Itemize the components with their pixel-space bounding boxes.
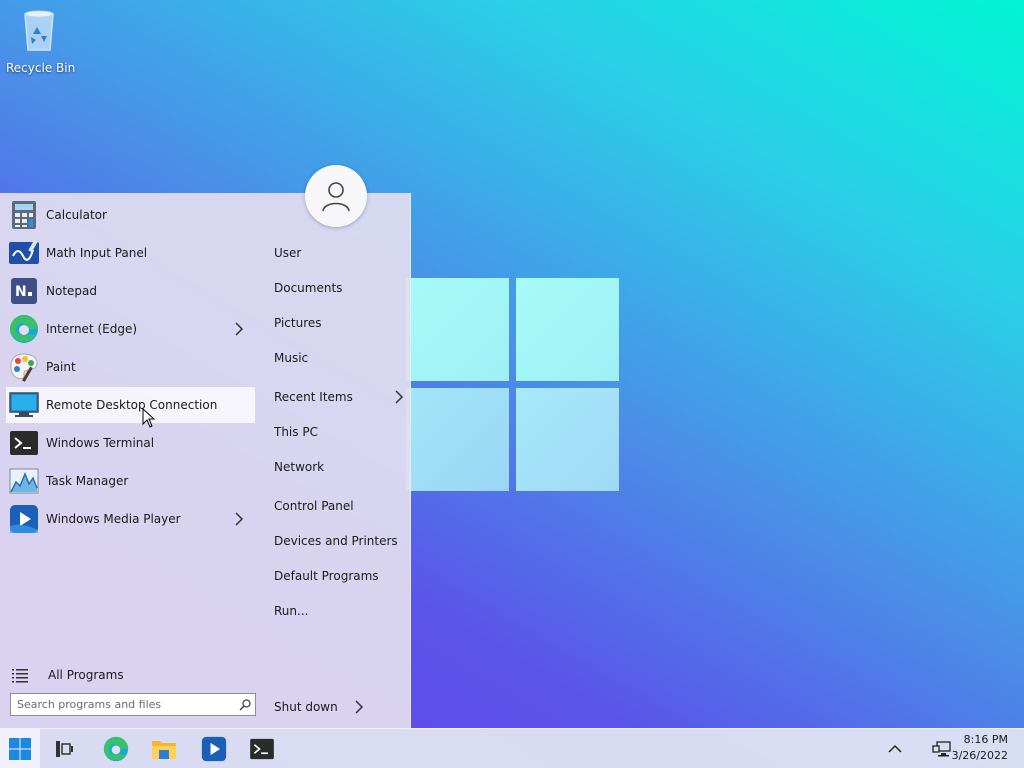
chevron-right-icon: [235, 322, 244, 336]
taskbar-media-player-button[interactable]: [194, 729, 234, 768]
logo-pane: [406, 388, 509, 491]
desktop-icon-recycle-bin[interactable]: Recycle Bin: [6, 8, 76, 75]
place-item-label: Devices and Printers: [274, 534, 398, 548]
clock[interactable]: 8:16 PM 3/26/2022: [952, 732, 1008, 764]
all-programs-label: All Programs: [48, 668, 124, 682]
logo-pane: [516, 388, 619, 491]
start-menu: Calculator Math Input Panel N Notepad In…: [0, 165, 411, 728]
place-item-label: Run...: [274, 604, 309, 618]
remote-desktop-icon: [8, 389, 40, 421]
place-item-control-panel[interactable]: Control Panel: [274, 494, 404, 518]
math-input-icon: [8, 237, 40, 269]
desktop-windows-logo: [406, 278, 619, 491]
desktop-icon-label: Recycle Bin: [6, 61, 76, 75]
shutdown-label: Shut down: [274, 700, 338, 714]
edge-icon: [103, 736, 129, 762]
place-item-pictures[interactable]: Pictures: [274, 311, 404, 335]
place-item-label: Pictures: [274, 316, 322, 330]
logo-pane: [406, 278, 509, 381]
task-manager-icon: [8, 465, 40, 497]
app-item-task-manager[interactable]: Task Manager: [6, 463, 255, 499]
shutdown-button[interactable]: Shut down: [274, 695, 364, 719]
terminal-icon: [8, 427, 40, 459]
app-item-windows-media-player[interactable]: Windows Media Player: [6, 501, 255, 537]
clock-date: 3/26/2022: [951, 749, 1008, 762]
place-item-label: User: [274, 246, 302, 260]
taskbar-edge-button[interactable]: [96, 729, 136, 768]
taskbar-file-explorer-button[interactable]: [144, 729, 184, 768]
place-item-music[interactable]: Music: [274, 346, 404, 370]
paint-icon: [8, 351, 40, 383]
app-item-label: Notepad: [46, 284, 97, 298]
place-item-label: This PC: [274, 425, 318, 439]
file-explorer-icon: [152, 741, 176, 759]
mouse-cursor-icon: [142, 408, 156, 428]
place-item-label: Control Panel: [274, 499, 354, 513]
svg-text:N: N: [15, 284, 27, 300]
show-hidden-icons-button[interactable]: [875, 729, 915, 768]
taskbar: 8:16 PM 3/26/2022: [0, 728, 1024, 768]
start-menu-places: User Documents Pictures Music Recent Ite…: [262, 193, 411, 728]
task-view-button[interactable]: [44, 729, 84, 768]
place-item-default-programs[interactable]: Default Programs: [274, 564, 404, 588]
place-item-label: Documents: [274, 281, 343, 295]
app-item-label: Internet (Edge): [46, 322, 138, 336]
place-item-label: Network: [274, 460, 325, 474]
place-item-user[interactable]: User: [274, 241, 404, 265]
app-item-label: Task Manager: [46, 474, 129, 488]
app-item-label: Windows Terminal: [46, 436, 155, 450]
search-input[interactable]: [11, 694, 235, 715]
app-item-label: Remote Desktop Connection: [46, 398, 218, 412]
place-item-this-pc[interactable]: This PC: [274, 420, 404, 444]
search-box[interactable]: [10, 693, 256, 716]
app-item-math-input-panel[interactable]: Math Input Panel: [6, 235, 255, 271]
terminal-icon: [250, 738, 274, 760]
place-item-label: Recent Items: [274, 390, 353, 404]
chevron-right-icon: [235, 512, 244, 526]
all-programs-button[interactable]: All Programs: [12, 663, 124, 687]
chevron-right-icon: [395, 390, 404, 404]
app-item-windows-terminal[interactable]: Windows Terminal: [6, 425, 255, 461]
place-item-network[interactable]: Network: [274, 455, 404, 479]
place-item-documents[interactable]: Documents: [274, 276, 404, 300]
taskbar-terminal-button[interactable]: [242, 729, 282, 768]
logo-pane: [516, 278, 619, 381]
app-item-notepad[interactable]: N Notepad: [6, 273, 255, 309]
start-button[interactable]: [0, 729, 40, 768]
app-item-label: Calculator: [46, 208, 107, 222]
app-item-remote-desktop-connection[interactable]: Remote Desktop Connection: [6, 387, 255, 423]
chevron-right-icon[interactable]: [354, 699, 364, 715]
media-player-icon: [8, 503, 40, 535]
place-item-label: Music: [274, 351, 309, 365]
task-view-icon: [56, 741, 73, 757]
notepad-icon: N: [8, 275, 40, 307]
app-item-calculator[interactable]: Calculator: [6, 197, 255, 233]
place-item-devices-and-printers[interactable]: Devices and Printers: [274, 529, 404, 553]
app-item-label: Paint: [46, 360, 76, 374]
edge-icon: [8, 313, 40, 345]
recycle-bin-icon: [24, 10, 54, 51]
start-menu-programs: Calculator Math Input Panel N Notepad In…: [0, 193, 262, 728]
network-icon: [932, 741, 951, 757]
place-item-label: Default Programs: [274, 569, 379, 583]
place-item-recent-items[interactable]: Recent Items: [274, 385, 404, 409]
place-item-run[interactable]: Run...: [274, 599, 404, 623]
clock-time: 8:16 PM: [963, 733, 1008, 746]
calculator-icon: [8, 199, 40, 231]
chevron-up-icon: [888, 744, 902, 753]
start-icon: [9, 738, 31, 760]
app-item-paint[interactable]: Paint: [6, 349, 255, 385]
app-item-label: Windows Media Player: [46, 512, 181, 526]
app-item-label: Math Input Panel: [46, 246, 148, 260]
app-item-internet-edge[interactable]: Internet (Edge): [6, 311, 255, 347]
media-player-icon: [201, 736, 227, 762]
list-icon: [12, 669, 28, 683]
search-icon[interactable]: [235, 695, 255, 715]
